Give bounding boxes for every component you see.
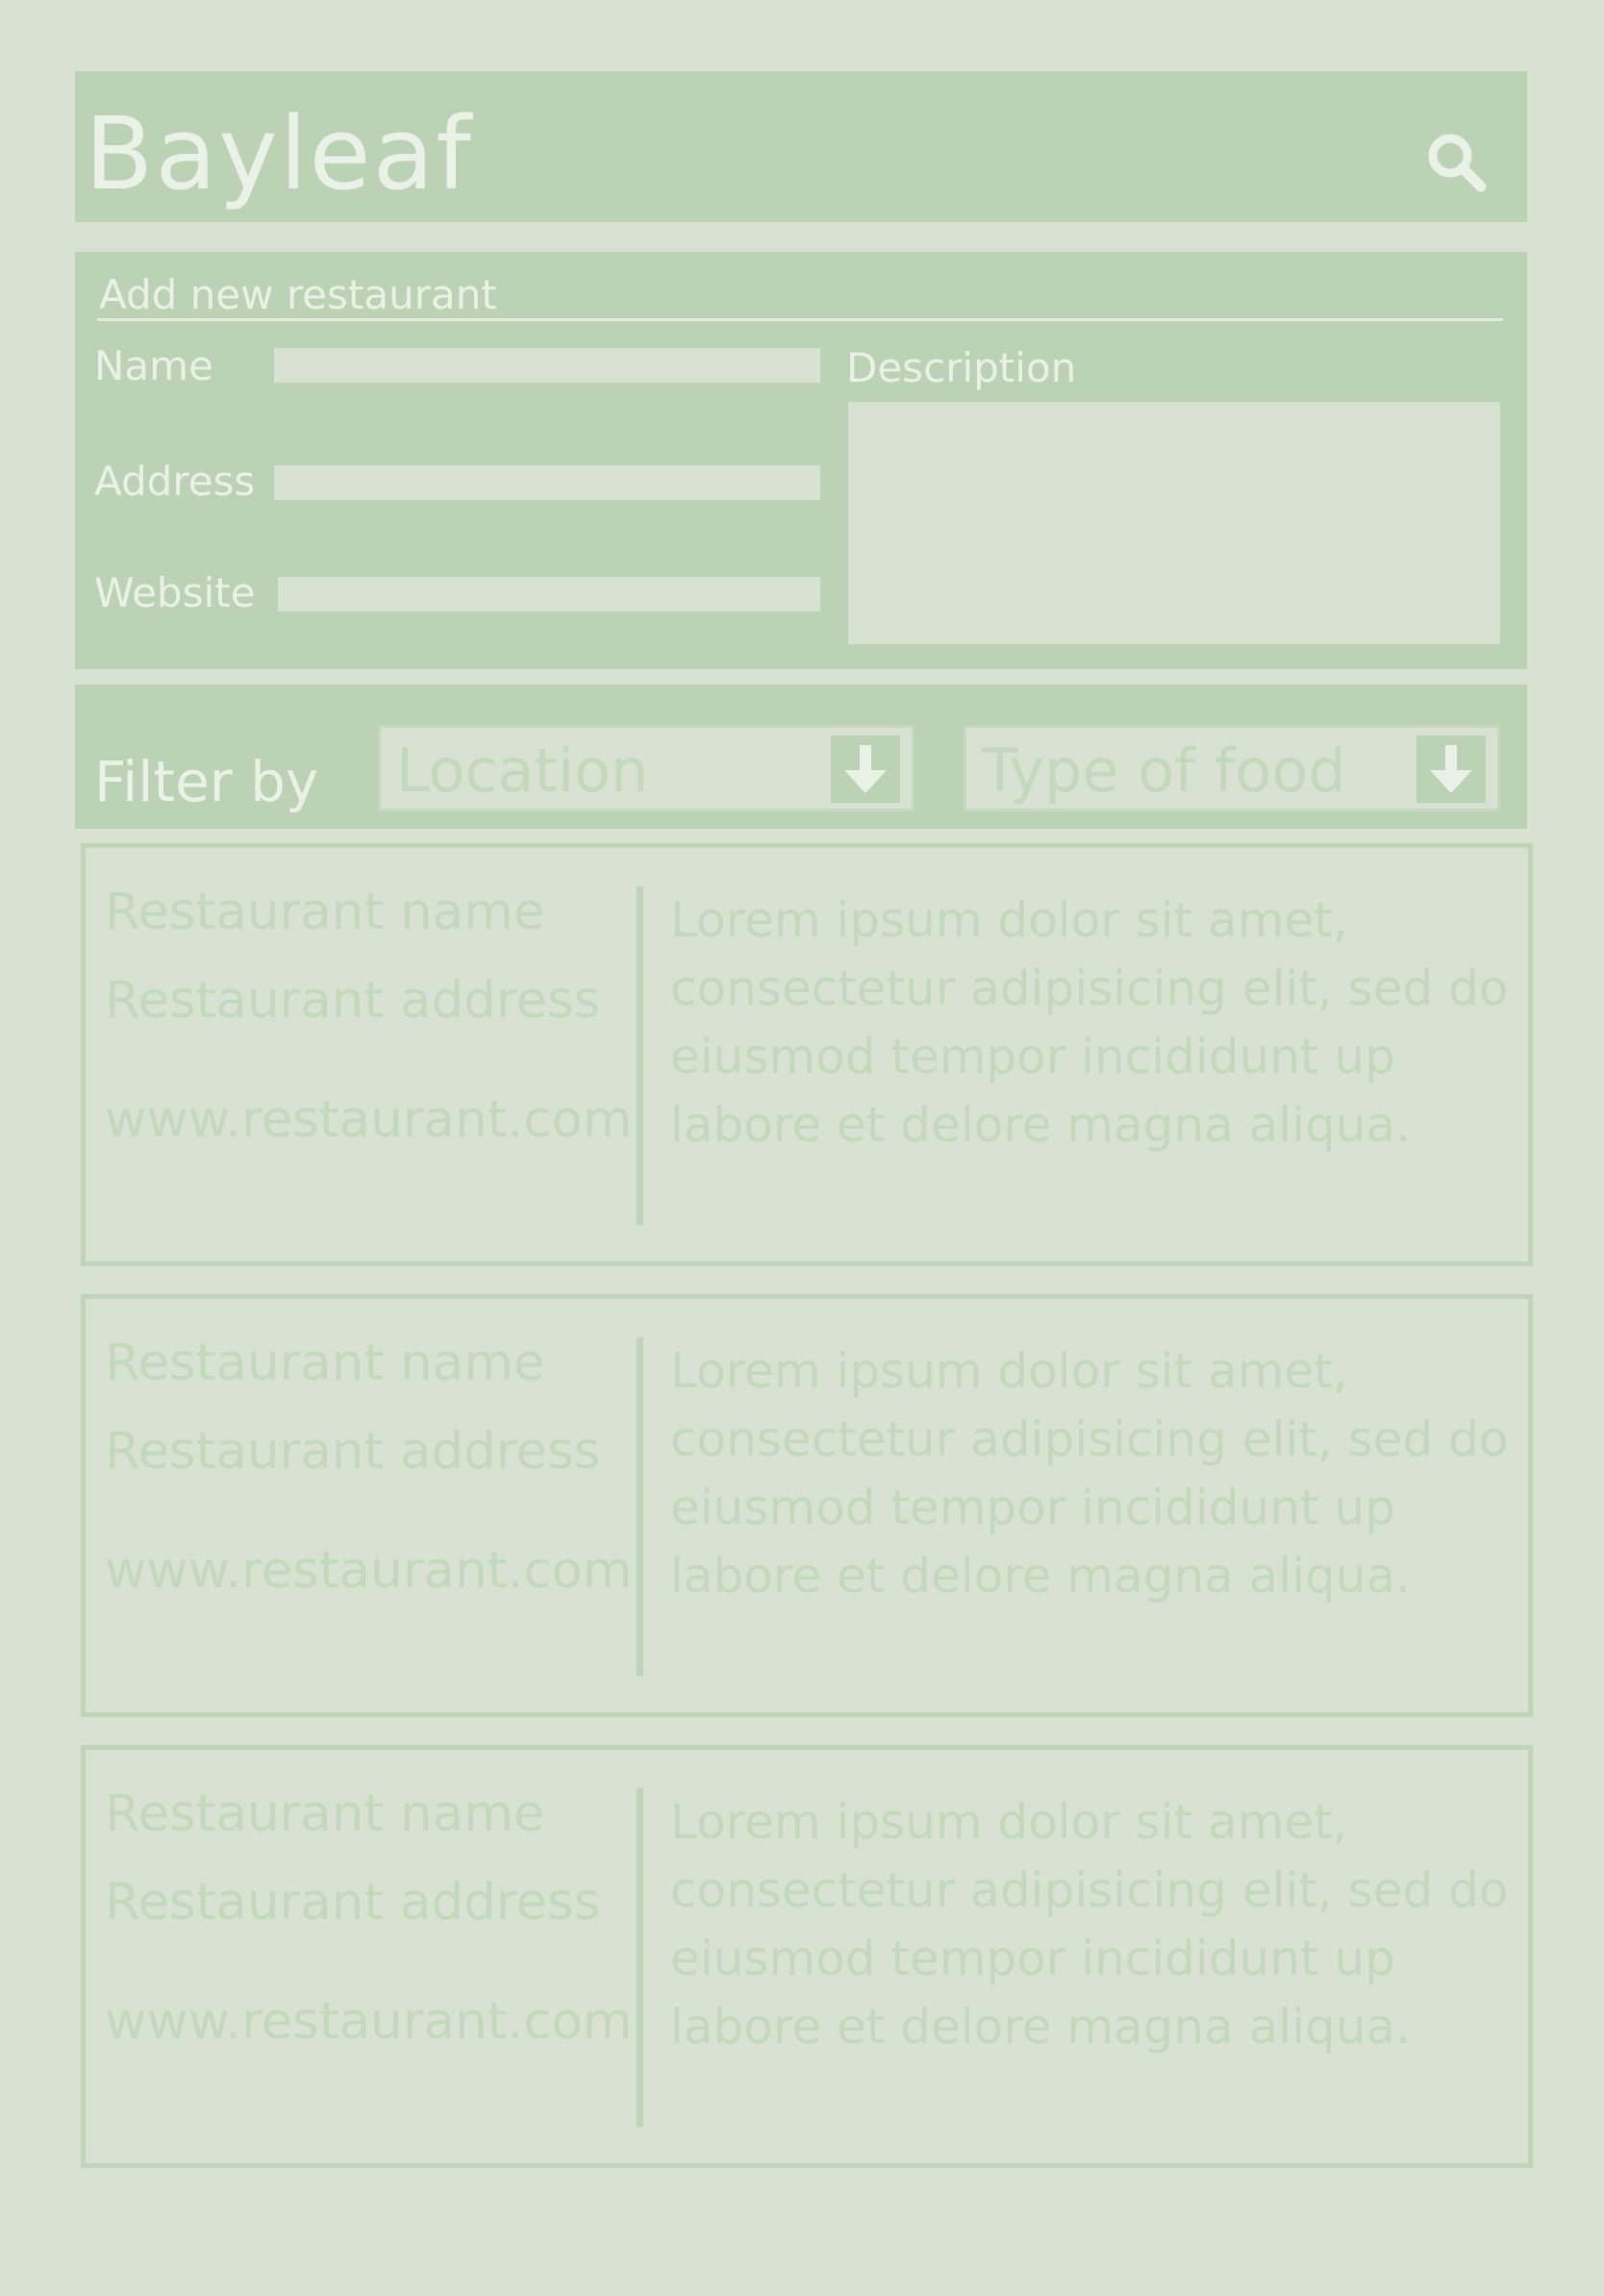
restaurant-website-link[interactable]: www.restaurant.com	[105, 1996, 632, 2047]
app-logo: Bayleaf	[85, 95, 473, 212]
arrow-down-icon[interactable]	[831, 736, 900, 803]
title-divider	[97, 318, 1503, 321]
card-divider	[637, 1337, 643, 1676]
restaurant-name: Restaurant name	[105, 1784, 545, 1843]
restaurant-name: Restaurant name	[105, 883, 545, 941]
address-input[interactable]	[274, 465, 820, 500]
restaurant-address: Restaurant address	[105, 971, 601, 1030]
restaurant-website-link[interactable]: www.restaurant.com	[105, 1545, 632, 1596]
restaurant-card[interactable]: Restaurant name Restaurant address www.r…	[81, 1294, 1533, 1717]
name-input[interactable]	[274, 348, 820, 383]
filter-bar: Filter by Location Type of food	[75, 685, 1527, 829]
arrow-down-icon[interactable]	[1416, 736, 1486, 803]
location-select-label: Location	[396, 736, 649, 806]
website-label: Website	[94, 569, 256, 616]
restaurant-description: Lorem ipsum dolor sit amet, consectetur …	[670, 1343, 1509, 1604]
search-icon[interactable]	[1423, 129, 1491, 196]
restaurant-name: Restaurant name	[105, 1334, 545, 1392]
food-type-select[interactable]: Type of food	[964, 725, 1500, 811]
app-header: Bayleaf	[75, 71, 1527, 222]
description-label: Description	[846, 344, 1077, 391]
add-restaurant-title: Add new restaurant	[99, 271, 497, 318]
restaurant-website-link[interactable]: www.restaurant.com	[105, 1094, 632, 1145]
location-select[interactable]: Location	[378, 725, 915, 811]
restaurant-description: Lorem ipsum dolor sit amet, consectetur …	[670, 892, 1509, 1153]
address-label: Address	[94, 458, 256, 505]
filter-label: Filter by	[94, 749, 319, 814]
restaurant-card[interactable]: Restaurant name Restaurant address www.r…	[81, 843, 1533, 1266]
description-textarea[interactable]	[848, 402, 1500, 644]
restaurant-address: Restaurant address	[105, 1422, 601, 1481]
restaurant-address: Restaurant address	[105, 1873, 601, 1932]
website-input[interactable]	[278, 577, 820, 611]
name-label: Name	[94, 342, 213, 389]
food-type-select-label: Type of food	[982, 736, 1346, 806]
restaurant-description: Lorem ipsum dolor sit amet, consectetur …	[670, 1794, 1509, 2055]
card-divider	[637, 1788, 643, 2127]
restaurant-card[interactable]: Restaurant name Restaurant address www.r…	[81, 1745, 1533, 2168]
add-restaurant-panel: Add new restaurant Name Address Website …	[75, 252, 1527, 669]
card-divider	[637, 886, 643, 1225]
